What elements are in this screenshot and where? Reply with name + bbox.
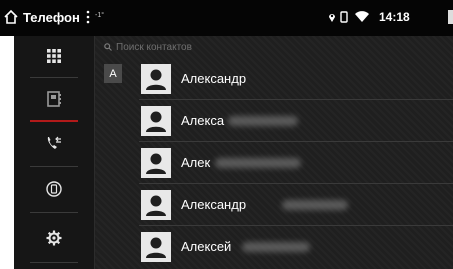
wifi-icon (355, 11, 369, 22)
redacted-text (215, 158, 301, 168)
contacts-book-icon (47, 91, 61, 107)
sidebar-item-settings[interactable] (14, 220, 94, 256)
list-item[interactable]: Алексей (94, 226, 453, 268)
sidebar-item-call-log[interactable] (14, 126, 94, 160)
sidebar-divider (30, 166, 78, 167)
person-icon (146, 69, 166, 90)
call-log-icon (47, 136, 61, 149)
contact-name: Александр (181, 71, 247, 86)
battery-icon (448, 10, 453, 24)
sidebar (14, 36, 95, 269)
avatar (141, 64, 171, 94)
list-item[interactable]: Алекса (94, 100, 453, 142)
redacted-text (242, 242, 310, 252)
contacts-app: Поиск контактов A Александр Алекса Алек … (14, 36, 453, 269)
search-bar[interactable]: Поиск контактов (104, 40, 192, 54)
avatar (141, 106, 171, 136)
section-letter: A (104, 64, 122, 83)
person-icon (146, 195, 166, 216)
clock: 14:18 (379, 10, 410, 24)
redacted-text (228, 116, 298, 126)
sidebar-divider (30, 212, 78, 213)
phone-app-screen: Телефон -1° 14:18 Поиск контактов A Алек… (0, 0, 453, 269)
search-input[interactable]: Поиск контактов (116, 42, 192, 53)
person-icon (146, 111, 166, 132)
location-icon (329, 14, 335, 22)
list-item[interactable]: Алек (94, 142, 453, 184)
sidebar-divider (30, 262, 78, 263)
sidebar-item-device[interactable] (14, 172, 94, 206)
avatar (141, 148, 171, 178)
sidebar-divider (30, 77, 78, 78)
contact-name: Алекса (181, 113, 225, 128)
list-item[interactable]: A Александр (94, 58, 453, 100)
status-bar: Телефон -1° 14:18 (0, 0, 453, 36)
dialpad-icon (47, 49, 61, 63)
person-icon (146, 237, 166, 258)
active-tab-indicator (30, 120, 78, 122)
contact-name: Алексей (181, 239, 232, 254)
app-title: Телефон (23, 10, 80, 25)
overflow-menu-icon[interactable] (86, 9, 90, 25)
person-icon (146, 153, 166, 174)
sim-icon (340, 11, 348, 23)
redacted-text (282, 200, 348, 210)
avatar (141, 232, 171, 262)
search-icon (104, 43, 112, 51)
temperature-readout: -1° (95, 12, 105, 19)
avatar (141, 190, 171, 220)
contact-name: Алек (181, 155, 211, 170)
gear-icon (46, 230, 62, 246)
contact-name: Александр (181, 197, 247, 212)
list-item[interactable]: Александр (94, 184, 453, 226)
phone-device-icon (46, 181, 62, 197)
sidebar-item-contacts[interactable] (14, 82, 94, 116)
sidebar-item-dialpad[interactable] (14, 38, 94, 74)
home-icon[interactable] (3, 9, 19, 25)
